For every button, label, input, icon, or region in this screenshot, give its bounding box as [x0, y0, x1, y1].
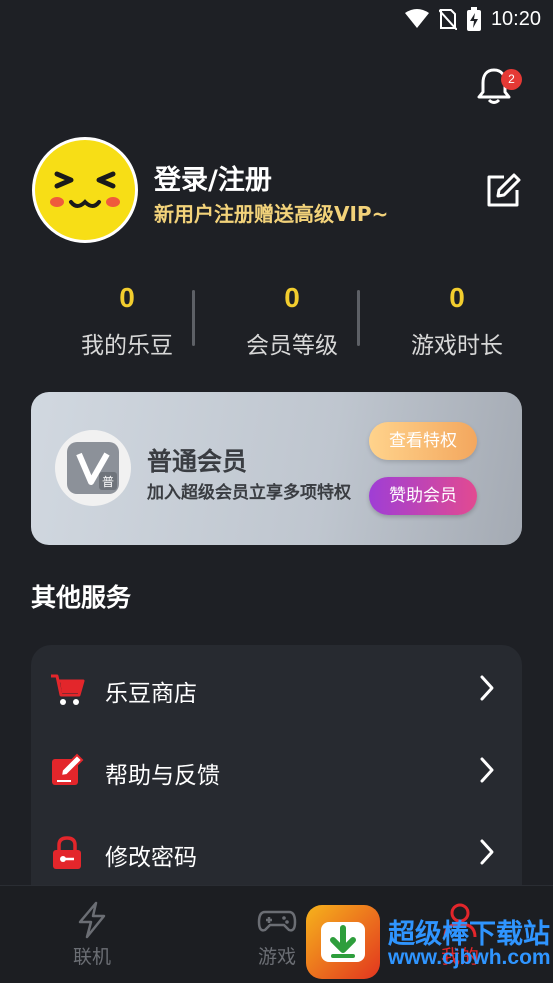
feedback-icon [52, 753, 84, 785]
service-label: 帮助与反馈 [105, 763, 220, 789]
stat-label: 游戏时长 [411, 333, 503, 359]
status-time: 10:20 [490, 7, 541, 30]
cart-icon [51, 674, 85, 705]
service-item-change-password[interactable]: 修改密码 [31, 811, 522, 893]
chevron-right-icon [480, 675, 494, 701]
service-label: 乐豆商店 [105, 681, 197, 707]
badge-mark: 普 [102, 475, 114, 489]
status-bar: 10:20 [0, 0, 553, 40]
chevron-right-icon [480, 839, 494, 865]
member-level-title: 普通会员 [147, 447, 248, 476]
stats-row: 0 我的乐豆 0 会员等级 0 游戏时长 [0, 278, 553, 368]
divider [192, 290, 195, 346]
chevron-right-icon [480, 757, 494, 783]
site-watermark: 超级棒下载站 www.cjbwh.com [306, 900, 553, 983]
watermark-url: www.cjbwh.com [388, 946, 551, 969]
tab-online[interactable]: 联机 [37, 900, 147, 969]
notification-badge: 2 [501, 69, 522, 90]
battery-charging-icon [466, 7, 481, 31]
tab-label: 联机 [72, 946, 111, 968]
services-list: 乐豆商店 帮助与反馈 修改密码 [31, 645, 522, 905]
stat-value: 0 [284, 282, 300, 313]
section-title: 其他服务 [31, 583, 132, 612]
watermark-logo-icon [306, 905, 380, 979]
avatar[interactable] [32, 137, 138, 243]
login-register-link[interactable]: 登录/注册 [154, 158, 272, 197]
stat-value: 0 [119, 282, 135, 313]
stat-ledou[interactable]: 0 我的乐豆 [45, 278, 209, 360]
smiley-face-icon [50, 171, 120, 208]
sponsor-member-button[interactable]: 赞助会员 [369, 477, 477, 515]
service-item-shop[interactable]: 乐豆商店 [31, 647, 522, 729]
stat-play-time[interactable]: 0 游戏时长 [375, 278, 539, 360]
lightning-icon [78, 901, 106, 939]
gamepad-icon [257, 910, 297, 932]
wifi-icon [404, 9, 429, 28]
stat-value: 0 [449, 282, 465, 313]
stat-label: 会员等级 [246, 333, 338, 359]
member-description: 加入超级会员立享多项特权 [147, 483, 351, 503]
no-sim-icon [438, 9, 457, 30]
divider [357, 290, 360, 346]
service-item-help-feedback[interactable]: 帮助与反馈 [31, 729, 522, 811]
service-label: 修改密码 [105, 845, 197, 871]
member-badge-icon: 普 [55, 430, 131, 506]
lock-icon [53, 836, 81, 869]
edit-icon[interactable] [484, 172, 522, 210]
view-privileges-button[interactable]: 查看特权 [369, 422, 477, 460]
signup-promo-text: 新用户注册赠送高级VIP~ [154, 202, 389, 226]
membership-card: 普 普通会员 加入超级会员立享多项特权 查看特权 赞助会员 [31, 392, 522, 545]
stat-label: 我的乐豆 [81, 333, 173, 359]
stat-member-level[interactable]: 0 会员等级 [210, 278, 374, 360]
